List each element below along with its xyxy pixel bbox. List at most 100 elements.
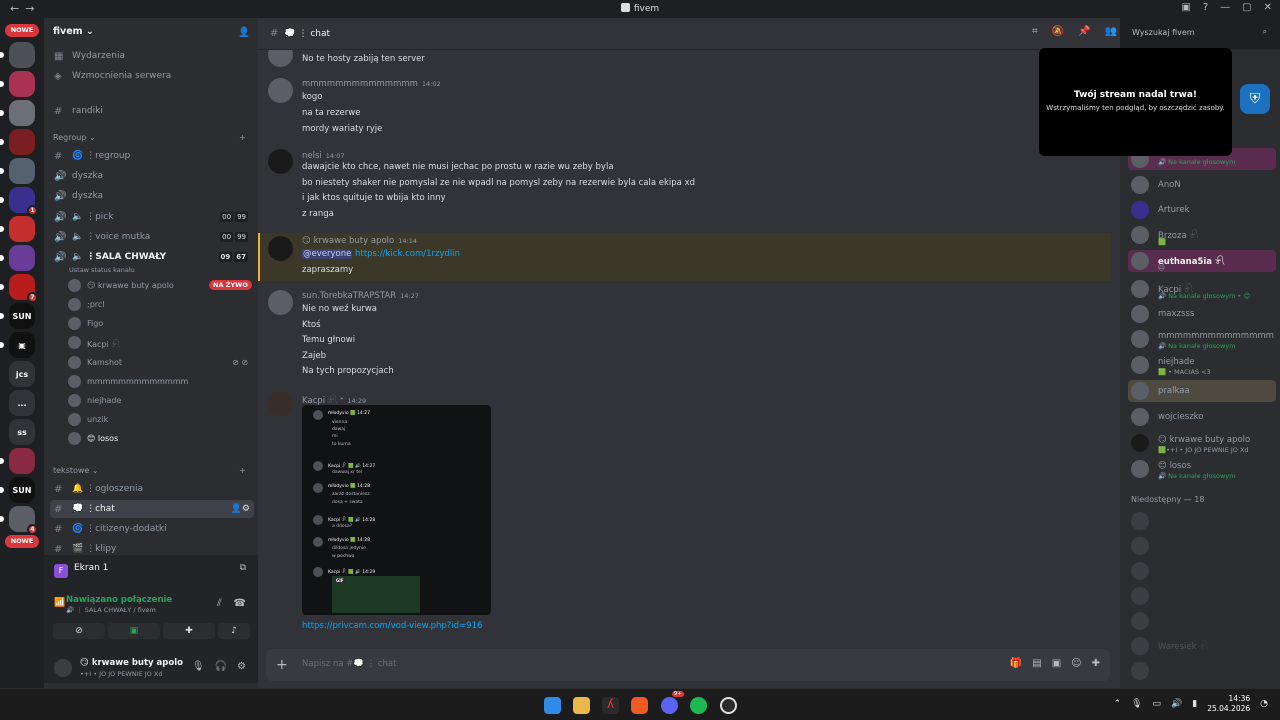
notifications-icon[interactable]: ◔ <box>1260 699 1268 709</box>
server-icon[interactable]: 1 <box>0 187 38 216</box>
gear-icon[interactable]: ⚙ <box>237 661 246 672</box>
channel-dyszka[interactable]: 🔊 dyszka <box>50 167 254 185</box>
member-item[interactable]: 😊 losos 🔊 Na kanale głosowym <box>1128 458 1276 480</box>
stream-button[interactable]: ▣ <box>108 623 160 639</box>
mute-icon[interactable]: 🔕 <box>1052 26 1064 37</box>
help-icon[interactable]: ? <box>1203 2 1208 13</box>
battery-icon[interactable]: ▮ <box>1192 699 1197 709</box>
voice-user[interactable]: mmmmmmmmmmmmm <box>68 373 188 390</box>
channel-regroup[interactable]: # 🌀 ⋮ regroup <box>50 147 254 165</box>
maximize-button[interactable]: ▢ <box>1242 2 1251 13</box>
server-icon-sun[interactable]: SUN <box>0 303 35 329</box>
member-item[interactable]: wojcieszko <box>1128 406 1276 428</box>
voice-user[interactable]: Kamshot ⊘ ⊘ <box>68 354 248 371</box>
spotify-icon[interactable] <box>690 697 707 714</box>
apps-icon[interactable]: ✚ <box>1092 658 1100 669</box>
member-item[interactable] <box>1128 585 1276 607</box>
network-icon[interactable]: ▭ <box>1153 699 1162 709</box>
channel-ogloszenia[interactable]: # 🔔 ⋮ ogloszenia <box>50 480 254 498</box>
message-author[interactable]: sun.TorebkaTRAPSTAR 14:27 <box>302 291 419 301</box>
folder-icon[interactable] <box>573 697 590 714</box>
new-badge[interactable]: NOWE <box>5 535 39 548</box>
message-input[interactable]: + Napisz na #💭 ⋮ chat 🎁 ▤ ▣ ☺ ✚ <box>266 649 1110 681</box>
server-jcs[interactable]: jcs <box>9 361 35 387</box>
server-icon[interactable] <box>0 100 35 126</box>
brave-icon[interactable] <box>631 697 648 714</box>
close-button[interactable]: ✕ <box>1264 2 1272 13</box>
message-author[interactable]: Kacpi 𓍯 ᐩ 14:29 <box>302 392 366 406</box>
new-badge[interactable]: NOWE <box>5 24 39 37</box>
voice-user[interactable]: unzik <box>68 411 108 428</box>
add-attachment-icon[interactable]: + <box>276 657 288 673</box>
member-item[interactable] <box>1128 535 1276 557</box>
add-member-icon[interactable]: 👤 <box>238 27 250 38</box>
emoji-icon[interactable]: ☺ <box>1071 658 1081 669</box>
discord-taskbar-icon[interactable]: 9+ <box>661 691 684 714</box>
mic-tray-icon[interactable]: 🎙 <box>1131 699 1142 709</box>
channel-sala-chwaly[interactable]: 🔊 🔈 ⋮ SALA CHWAŁY 09 67 <box>50 248 254 266</box>
avatar[interactable] <box>268 290 293 315</box>
everyone-mention[interactable]: @everyone <box>302 249 353 259</box>
member-item[interactable]: pralkaa <box>1128 380 1276 402</box>
channel-events[interactable]: ▦ Wydarzenia <box>50 47 254 65</box>
member-item[interactable]: euthana5ia 𓍯 🐱 <box>1128 250 1276 272</box>
message-author[interactable]: 😏 krwawe buty apolo 14:14 <box>302 236 417 246</box>
server-more[interactable]: ... <box>9 390 35 416</box>
member-item[interactable]: maxzsss <box>1128 303 1276 325</box>
popout-icon[interactable]: ⧉ <box>240 563 246 573</box>
threads-icon[interactable]: ⌗ <box>1032 26 1038 37</box>
activities-button[interactable]: ✚ <box>163 623 215 639</box>
avatar[interactable] <box>268 50 293 67</box>
server-icon[interactable] <box>0 245 35 271</box>
headphones-icon[interactable]: 🎧 <box>215 661 227 672</box>
server-icon[interactable]: ▣ <box>0 332 35 358</box>
member-item[interactable]: mmmmmmmmmmmmmm 🔊 Na kanale głosowym <box>1128 328 1276 350</box>
camera-button[interactable]: ⊘ <box>53 623 105 639</box>
settings-icon[interactable]: 👤⚙ <box>231 504 250 514</box>
member-item[interactable]: 😏 krwawe buty apolo 🟩•+I • JO JO PEWNIE J… <box>1128 432 1276 454</box>
voice-user[interactable]: 😏 krwawe buty apolo <box>68 277 174 294</box>
channel-status-hint[interactable]: Ustaw status kanału <box>69 266 135 274</box>
member-item[interactable] <box>1128 610 1276 632</box>
sticker-icon[interactable]: ▣ <box>1052 658 1061 669</box>
server-icon[interactable] <box>0 216 35 242</box>
minimize-button[interactable]: — <box>1220 2 1230 13</box>
volume-icon[interactable]: 🔊 <box>1171 699 1182 709</box>
privcam-link[interactable]: https://privcam.com/vod-view.php?id=916 <box>302 621 482 631</box>
rocket-league-icon[interactable]: ⛨ <box>1240 84 1270 114</box>
user-panel[interactable]: 😏 krwawe buty apolo •+I • JO JO PEWNIE J… <box>44 656 258 686</box>
avatar[interactable] <box>268 149 293 174</box>
add-channel-icon[interactable]: + <box>239 133 246 142</box>
connection-channel[interactable]: 🔊 ⋮ SALA CHWAŁY / fivem <box>66 606 156 614</box>
image-attachment[interactable]: młodyvio 🟩 14:27 vienna dawaj mi to kurn… <box>302 405 491 615</box>
message-author[interactable]: mmmmmmmmmmmmmm 14:02 <box>302 79 441 89</box>
gif-icon[interactable]: ▤ <box>1032 658 1041 669</box>
disconnect-icon[interactable]: ☎ <box>234 598 246 609</box>
channel-pick[interactable]: 🔊 🔈 ⋮ pick 00 99 <box>50 208 254 226</box>
server-icon[interactable] <box>0 129 35 155</box>
channel-randiki[interactable]: # randiki <box>50 102 254 120</box>
app-icon[interactable]: ʎ <box>602 697 619 714</box>
channel-boosts[interactable]: ◈ Wzmocnienia serwera <box>50 67 254 85</box>
pin-icon[interactable]: 📌 <box>1078 26 1090 37</box>
soundboard-button[interactable]: ♪ <box>218 623 250 639</box>
server-icon[interactable] <box>0 448 35 474</box>
member-item[interactable]: Waresiek 𓍯 <box>1128 635 1276 657</box>
search-input[interactable]: Wyszukaj fivem ⌕ <box>1127 25 1273 41</box>
category-text[interactable]: tekstowe ⌄ + <box>53 466 246 475</box>
channel-dyszka[interactable]: 🔊 dyszka <box>50 187 254 205</box>
message-author[interactable]: nelsi 14:07 <box>302 151 345 161</box>
category-regroup[interactable]: Regroup ⌄ + <box>53 133 246 142</box>
server-icon[interactable] <box>0 71 35 97</box>
avatar[interactable] <box>268 391 293 416</box>
steam-icon[interactable] <box>720 697 737 714</box>
avatar[interactable] <box>268 236 293 261</box>
connection-status[interactable]: Nawiązano połączenie <box>66 595 172 605</box>
member-item[interactable] <box>1128 510 1276 532</box>
member-item[interactable]: Brzoza 𓍯 🟩 <box>1128 224 1276 246</box>
server-ss[interactable]: ss <box>9 419 35 445</box>
clock[interactable]: 14:36 25.04.2026 <box>1207 694 1250 714</box>
avatar[interactable] <box>268 78 293 103</box>
server-icon[interactable]: 4 <box>0 506 38 535</box>
server-icon[interactable] <box>0 42 35 68</box>
